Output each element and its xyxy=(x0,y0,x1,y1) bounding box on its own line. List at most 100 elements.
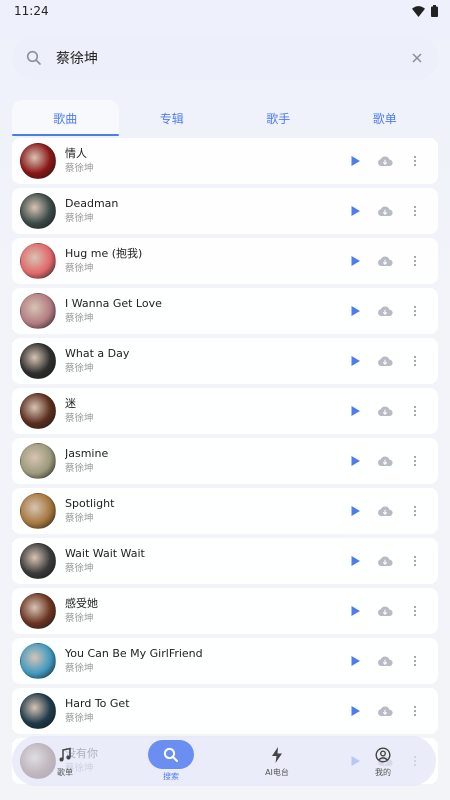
album-cover xyxy=(20,693,56,729)
play-icon[interactable] xyxy=(340,446,370,476)
tab-songs[interactable]: 歌曲 xyxy=(12,100,119,136)
song-info: Wait Wait Wait 蔡徐坤 xyxy=(65,546,340,576)
album-cover xyxy=(20,293,56,329)
row-actions xyxy=(340,396,430,426)
song-artist: 蔡徐坤 xyxy=(65,213,94,224)
row-actions xyxy=(340,196,430,226)
nav-playlists-label: 歌单 xyxy=(57,767,73,777)
play-icon[interactable] xyxy=(340,596,370,626)
nav-ai-radio[interactable]: AI电台 xyxy=(240,740,314,782)
wifi-icon xyxy=(412,5,425,17)
song-row[interactable]: I Wanna Get Love 蔡徐坤 xyxy=(12,288,438,334)
song-title: You Can Be My GirlFriend xyxy=(65,647,203,660)
song-artist: 蔡徐坤 xyxy=(65,563,94,574)
cloud-download-icon[interactable] xyxy=(370,496,400,526)
song-info: What a Day 蔡徐坤 xyxy=(65,346,340,376)
music-note-icon xyxy=(57,745,73,765)
nav-mine[interactable]: 我的 xyxy=(346,740,420,782)
row-actions xyxy=(340,546,430,576)
battery-icon xyxy=(431,5,438,17)
play-icon[interactable] xyxy=(340,396,370,426)
nav-playlists[interactable]: 歌单 xyxy=(28,740,102,782)
more-icon[interactable] xyxy=(400,396,430,426)
status-bar: 11:24 xyxy=(0,0,450,22)
play-icon[interactable] xyxy=(340,496,370,526)
nav-search-label: 搜索 xyxy=(163,772,179,781)
song-row[interactable]: What a Day 蔡徐坤 xyxy=(12,338,438,384)
status-icons xyxy=(412,5,438,17)
more-icon[interactable] xyxy=(400,496,430,526)
song-row[interactable]: 情人 蔡徐坤 xyxy=(12,138,438,184)
song-row[interactable]: 感受她 蔡徐坤 xyxy=(12,588,438,634)
more-icon[interactable] xyxy=(400,596,430,626)
row-actions xyxy=(340,296,430,326)
song-info: Hard To Get 蔡徐坤 xyxy=(65,696,340,726)
song-info: Hug me (抱我) 蔡徐坤 xyxy=(65,246,340,276)
result-tabs: 歌曲 专辑 歌手 歌单 xyxy=(12,100,438,136)
play-icon[interactable] xyxy=(340,696,370,726)
clear-icon[interactable] xyxy=(410,51,424,65)
cloud-download-icon[interactable] xyxy=(370,546,400,576)
album-cover xyxy=(20,143,56,179)
cloud-download-icon[interactable] xyxy=(370,146,400,176)
play-icon[interactable] xyxy=(340,646,370,676)
more-icon[interactable] xyxy=(400,696,430,726)
play-icon[interactable] xyxy=(340,196,370,226)
cloud-download-icon[interactable] xyxy=(370,196,400,226)
song-title: 迷 xyxy=(65,397,76,410)
more-icon[interactable] xyxy=(400,296,430,326)
song-title: Jasmine xyxy=(65,447,109,460)
cloud-download-icon[interactable] xyxy=(370,646,400,676)
album-cover xyxy=(20,443,56,479)
play-icon[interactable] xyxy=(340,546,370,576)
album-cover xyxy=(20,193,56,229)
song-row[interactable]: You Can Be My GirlFriend 蔡徐坤 xyxy=(12,638,438,684)
play-icon[interactable] xyxy=(340,346,370,376)
play-icon[interactable] xyxy=(340,246,370,276)
song-row[interactable]: Wait Wait Wait 蔡徐坤 xyxy=(12,538,438,584)
play-icon[interactable] xyxy=(340,296,370,326)
cloud-download-icon[interactable] xyxy=(370,246,400,276)
more-icon[interactable] xyxy=(400,446,430,476)
search-input[interactable] xyxy=(56,50,410,66)
more-icon[interactable] xyxy=(400,196,430,226)
cloud-download-icon[interactable] xyxy=(370,696,400,726)
lightning-icon xyxy=(271,745,283,765)
song-row[interactable]: Hard To Get 蔡徐坤 xyxy=(12,688,438,734)
row-actions xyxy=(340,246,430,276)
tab-albums[interactable]: 专辑 xyxy=(119,100,226,136)
row-actions xyxy=(340,496,430,526)
cloud-download-icon[interactable] xyxy=(370,396,400,426)
more-icon[interactable] xyxy=(400,246,430,276)
song-title: Wait Wait Wait xyxy=(65,547,145,560)
song-title: What a Day xyxy=(65,347,130,360)
row-actions xyxy=(340,346,430,376)
cloud-download-icon[interactable] xyxy=(370,596,400,626)
more-icon[interactable] xyxy=(400,546,430,576)
nav-search[interactable]: 搜索 xyxy=(134,740,208,782)
search-bar[interactable] xyxy=(12,36,438,80)
song-row[interactable]: 迷蔡徐坤 xyxy=(12,388,438,434)
song-row[interactable]: Deadman 蔡徐坤 xyxy=(12,188,438,234)
song-row[interactable]: Jasmine 蔡徐坤 xyxy=(12,438,438,484)
cloud-download-icon[interactable] xyxy=(370,346,400,376)
status-time: 11:24 xyxy=(14,4,49,18)
cloud-download-icon[interactable] xyxy=(370,296,400,326)
song-row[interactable]: Hug me (抱我) 蔡徐坤 xyxy=(12,238,438,284)
tab-artists[interactable]: 歌手 xyxy=(225,100,332,136)
cloud-download-icon[interactable] xyxy=(370,446,400,476)
nav-mine-label: 我的 xyxy=(375,767,391,777)
song-artist: 蔡徐坤 xyxy=(65,613,94,624)
more-icon[interactable] xyxy=(400,346,430,376)
tab-playlists[interactable]: 歌单 xyxy=(332,100,439,136)
more-icon[interactable] xyxy=(400,146,430,176)
song-title: Spotlight xyxy=(65,497,115,510)
album-cover xyxy=(20,643,56,679)
song-title: Hug me (抱我) xyxy=(65,247,143,260)
song-row[interactable]: Spotlight 蔡徐坤 xyxy=(12,488,438,534)
row-actions xyxy=(340,646,430,676)
play-icon[interactable] xyxy=(340,146,370,176)
song-info: Deadman 蔡徐坤 xyxy=(65,196,340,226)
more-icon[interactable] xyxy=(400,646,430,676)
profile-icon xyxy=(375,745,391,765)
